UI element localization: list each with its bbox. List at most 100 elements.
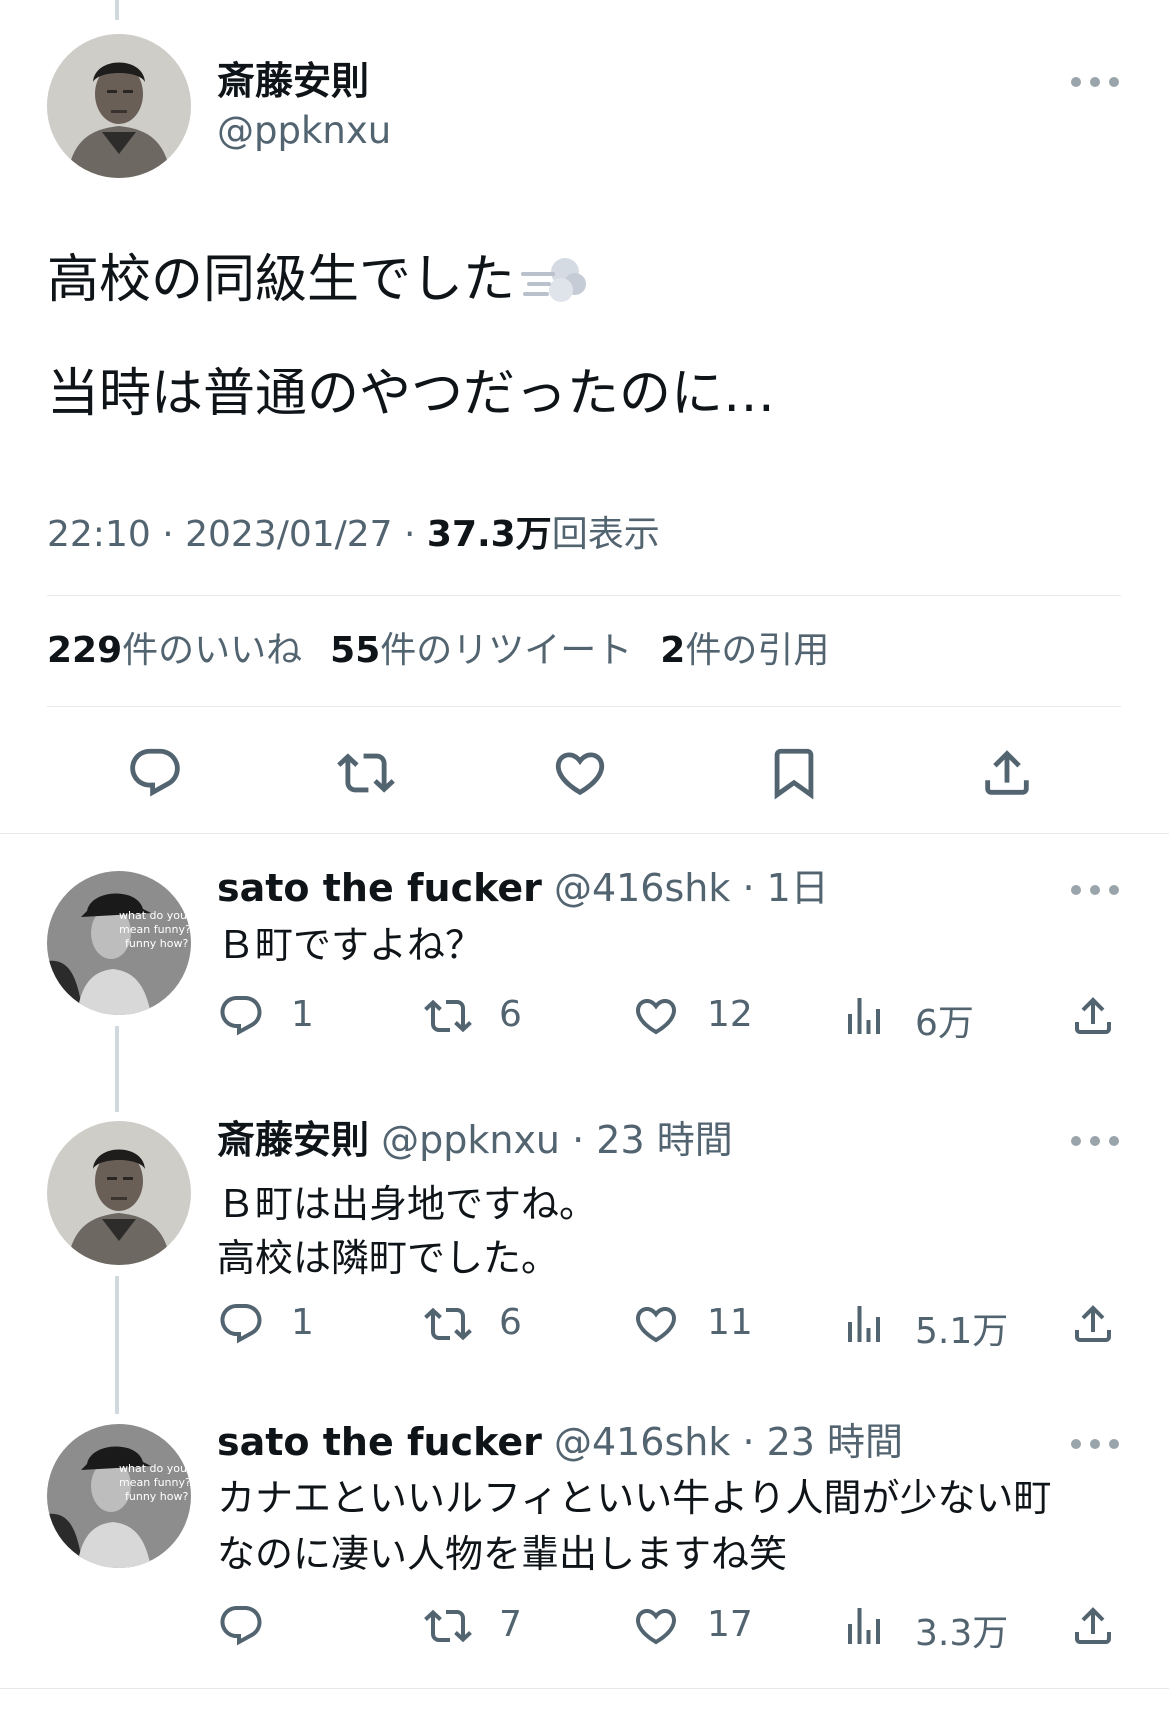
tweet-text-2: 当時は普通のやつだったのに… (47, 364, 776, 424)
share-icon (1069, 992, 1117, 1040)
divider (47, 595, 1121, 596)
retweet-button[interactable] (424, 992, 472, 1044)
reply-time[interactable]: · 23 時間 (572, 1118, 733, 1162)
retweets-count: 55 (330, 630, 381, 671)
likes-count: 229 (47, 630, 123, 671)
tweet-meta: 22:10 · 2023/01/27 · 37.3万回表示 (47, 512, 660, 558)
reply-author-name[interactable]: sato the fucker (217, 866, 542, 910)
author-name[interactable]: 斎藤安則 (217, 58, 369, 104)
tweet-time[interactable]: 22:10 · 2023/01/27 · (47, 514, 427, 555)
bookmark-button[interactable] (765, 744, 823, 802)
like-icon (551, 744, 609, 802)
svg-text:what do you: what do you (119, 1462, 187, 1475)
like-button[interactable] (551, 744, 609, 802)
divider (0, 1688, 1169, 1689)
reply-author-handle[interactable]: @ppknxu (381, 1118, 560, 1162)
avatar[interactable] (47, 1121, 191, 1265)
svg-text:mean funny?: mean funny? (119, 923, 191, 936)
thread-line-top (115, 0, 119, 20)
retweets-stat[interactable]: 55件のリツイート (330, 630, 632, 671)
reply-text-line: Ｂ町は出身地ですね。 (217, 1182, 598, 1226)
reply-author-handle[interactable]: @416shk (554, 1420, 730, 1464)
avatar[interactable]: what do you mean funny? funny how? (47, 871, 191, 1015)
tweet-text-line-1: 高校の同級生でした (47, 248, 589, 312)
avatar[interactable] (47, 34, 191, 178)
avatar-portrait-image (47, 1121, 191, 1265)
reply-header: sato the fucker @416shk · 23 時間 (217, 1416, 903, 1468)
share-icon (978, 744, 1036, 802)
share-button[interactable] (1069, 1300, 1117, 1352)
reply-header: 斎藤安則 @ppknxu · 23 時間 (217, 1114, 733, 1166)
reply-button[interactable] (126, 744, 184, 802)
share-button[interactable] (1069, 1602, 1117, 1654)
like-button[interactable] (632, 1602, 680, 1654)
like-button[interactable] (632, 992, 680, 1044)
share-icon (1069, 1300, 1117, 1348)
retweet-button[interactable] (424, 1300, 472, 1352)
reply-author-handle[interactable]: @416shk (554, 866, 730, 910)
svg-text:funny how?: funny how? (125, 937, 188, 950)
divider (47, 706, 1121, 707)
reply-icon (217, 1602, 265, 1650)
reply-author-name[interactable]: 斎藤安則 (217, 1118, 369, 1162)
retweet-button[interactable] (337, 744, 395, 802)
tweet-stats: 229件のいいね 55件のリツイート 2件の引用 (47, 628, 829, 674)
reply-count: 1 (291, 994, 314, 1035)
avatar-meme-image: what do you mean funny? funny how? (47, 871, 191, 1015)
svg-text:funny how?: funny how? (125, 1490, 188, 1503)
retweet-button[interactable] (424, 1602, 472, 1654)
reply-button[interactable] (217, 1602, 265, 1654)
thread-line (115, 1276, 119, 1414)
reply-header: sato the fucker @416shk · 1日 (217, 862, 829, 914)
reply-button[interactable] (217, 992, 265, 1044)
thread-line (115, 1026, 119, 1112)
views-icon (840, 1602, 888, 1650)
views-count: 6万 (915, 1003, 974, 1044)
reply-count: 1 (291, 1302, 314, 1343)
retweet-icon (337, 744, 395, 802)
quotes-label: 件の引用 (685, 630, 830, 671)
reply-time[interactable]: · 23 時間 (742, 1420, 903, 1464)
more-icon[interactable] (1071, 880, 1119, 900)
reply-button[interactable] (217, 1300, 265, 1352)
more-icon[interactable] (1071, 1434, 1119, 1454)
quotes-count: 2 (660, 630, 686, 671)
more-icon[interactable] (1071, 1131, 1119, 1151)
like-button[interactable] (632, 1300, 680, 1352)
reply-text: Ｂ町ですよね？ (217, 923, 484, 967)
share-button[interactable] (978, 744, 1036, 802)
views-button[interactable] (840, 992, 888, 1044)
reply-text-line: なのに凄い人物を輩出しますね笑 (217, 1532, 788, 1576)
like-count: 11 (707, 1302, 753, 1343)
author-handle[interactable]: @ppknxu (217, 108, 391, 154)
like-count: 17 (707, 1604, 753, 1645)
avatar[interactable]: what do you mean funny? funny how? (47, 1424, 191, 1568)
share-button[interactable] (1069, 992, 1117, 1044)
more-icon[interactable] (1071, 72, 1119, 92)
dash-emoji-icon (521, 258, 587, 302)
reply-icon (217, 992, 265, 1040)
reply-icon (126, 744, 184, 802)
likes-label: 件のいいね (122, 630, 303, 671)
views-icon (840, 1300, 888, 1348)
share-icon (1069, 1602, 1117, 1650)
reply-text: カナエといいルフィといい牛より人間が少ない町 なのに凄い人物を輩出しますね笑 (217, 1470, 1051, 1582)
svg-text:what do you: what do you (119, 909, 187, 922)
views-button[interactable] (840, 1300, 888, 1352)
views-count: 3.3万 (915, 1613, 1009, 1654)
quotes-stat[interactable]: 2件の引用 (660, 630, 829, 671)
bookmark-icon (765, 744, 823, 802)
like-count: 12 (707, 994, 753, 1035)
views-button[interactable] (840, 1602, 888, 1654)
avatar-caption: what do you mean funny? funny how? (119, 909, 191, 950)
tweet-text-1: 高校の同級生でした (47, 250, 516, 310)
retweet-count: 6 (499, 994, 522, 1035)
views-icon (840, 992, 888, 1040)
retweet-icon (424, 1300, 472, 1348)
likes-stat[interactable]: 229件のいいね (47, 630, 302, 671)
reply-author-name[interactable]: sato the fucker (217, 1420, 542, 1464)
reply-time[interactable]: · 1日 (742, 866, 828, 910)
views-count: 5.1万 (915, 1311, 1009, 1352)
divider (0, 833, 1169, 834)
retweet-icon (424, 992, 472, 1040)
